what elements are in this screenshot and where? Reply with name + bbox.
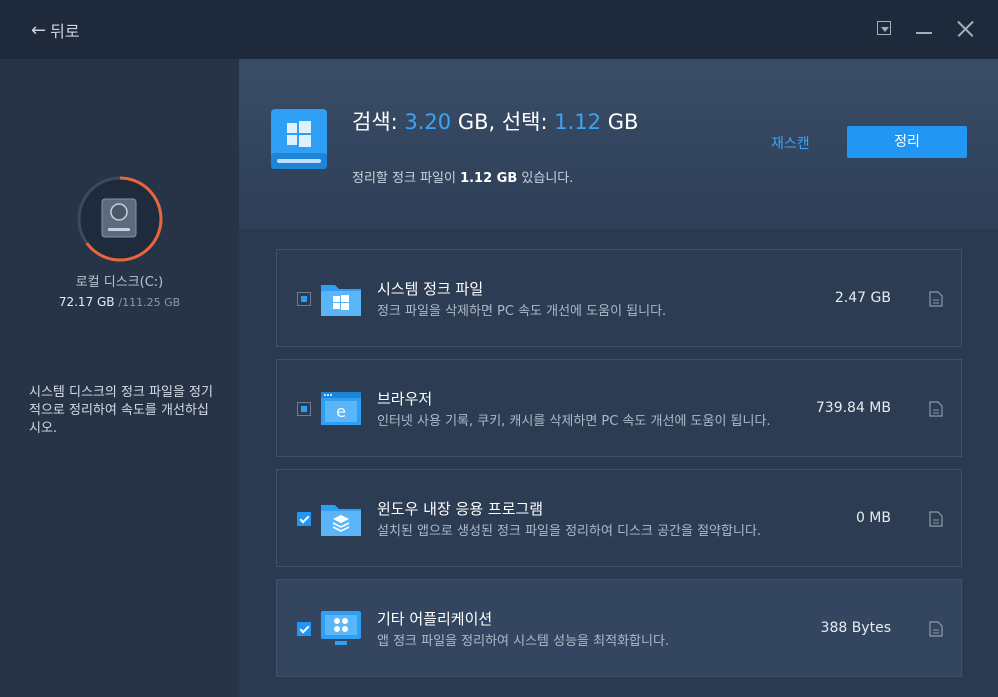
menu-dropdown-button[interactable] [874,18,896,40]
hard-drive-icon [101,198,137,238]
selected-value: 1.12 [554,110,602,134]
list-item[interactable]: 기타 어플리케이션 앱 정크 파일을 정리하여 시스템 성능을 최적화합니다. … [276,579,962,677]
subtext-suffix: 있습니다. [517,171,574,186]
item-title: 윈도우 내장 응용 프로그램 [377,500,544,518]
list-item[interactable]: 윈도우 내장 응용 프로그램 설치된 앱으로 생성된 정크 파일을 정리하여 디… [276,469,962,567]
arrow-left-icon: ← [31,19,47,41]
item-checkbox[interactable] [297,622,311,636]
item-size: 0 MB [855,510,891,526]
close-button[interactable] [954,18,976,40]
list-item[interactable]: 시스템 정크 파일 정크 파일을 삭제하면 PC 속도 개선에 도움이 됩니다.… [276,249,962,347]
item-description: 설치된 앱으로 생성된 정크 파일을 정리하여 디스크 공간을 절약합니다. [377,524,762,539]
windows-folder-icon [321,285,361,316]
item-size: 739.84 MB [815,400,891,416]
search-value: 3.20 [404,110,452,134]
cleanup-subtext: 정리할 정크 파일이 1.12 GB 있습니다. [352,167,573,186]
app-folder-icon [321,505,361,536]
sidebar: 로컬 디스크(C:) 72.17 GB /111.25 GB 시스템 디스크의 … [0,59,239,697]
search-label: 검색: [352,110,405,134]
details-document-icon[interactable] [929,291,943,307]
dropdown-icon [881,27,889,32]
scan-summary: 검색: 3.20 GB, 선택: 1.12 GB [352,106,638,136]
disk-usage-ring [77,176,163,262]
details-document-icon[interactable] [929,621,943,637]
minimize-icon [916,32,932,34]
disk-name: 로컬 디스크(C:) [75,275,164,290]
details-document-icon[interactable] [929,511,943,527]
sidebar-tip: 시스템 디스크의 정크 파일을 정기적으로 정리하여 속도를 개선하십시오. [29,385,213,436]
item-size: 2.47 GB [834,290,891,306]
selected-unit: GB [601,110,639,134]
item-title: 브라우저 [377,390,433,408]
back-button[interactable]: ← 뒤로 [31,18,80,42]
item-title: 기타 어플리케이션 [377,610,493,628]
main-panel: 검색: 3.20 GB, 선택: 1.12 GB 정리할 정크 파일이 1.12… [239,59,998,697]
list-item[interactable]: e 브라우저 인터넷 사용 기록, 쿠키, 캐시를 삭제하면 PC 속도 개선에… [276,359,962,457]
subtext-value: 1.12 GB [460,171,518,186]
browser-icon: e [321,392,361,425]
disk-usage-text: 72.17 GB /111.25 GB [0,295,239,309]
junk-category-list: 시스템 정크 파일 정크 파일을 삭제하면 PC 속도 개선에 도움이 됩니다.… [276,249,962,689]
svg-text:e: e [336,402,346,421]
monitor-apps-icon [321,611,361,645]
title-bar: ← 뒤로 [0,0,998,59]
subtext-prefix: 정리할 정크 파일이 [352,171,461,186]
disk-used: 72.17 GB [58,295,115,309]
item-checkbox[interactable] [297,292,311,306]
item-description: 인터넷 사용 기록, 쿠키, 캐시를 삭제하면 PC 속도 개선에 도움이 됩니… [377,414,771,429]
rescan-link[interactable]: 재스캔 [771,133,810,153]
minimize-button[interactable] [914,18,936,40]
search-unit: GB, 선택: [451,110,555,134]
item-checkbox[interactable] [297,402,311,416]
item-size: 388 Bytes [820,620,891,636]
item-checkbox[interactable] [297,512,311,526]
details-document-icon[interactable] [929,401,943,417]
item-description: 정크 파일을 삭제하면 PC 속도 개선에 도움이 됩니다. [377,304,667,319]
item-description: 앱 정크 파일을 정리하여 시스템 성능을 최적화합니다. [377,634,670,649]
disk-total: /111.25 GB [118,296,181,309]
windows-drive-icon [271,109,327,169]
item-title: 시스템 정크 파일 [377,280,484,298]
clean-button[interactable]: 정리 [847,126,967,158]
back-label: 뒤로 [50,22,80,41]
scan-summary-header: 검색: 3.20 GB, 선택: 1.12 GB 정리할 정크 파일이 1.12… [239,59,998,229]
